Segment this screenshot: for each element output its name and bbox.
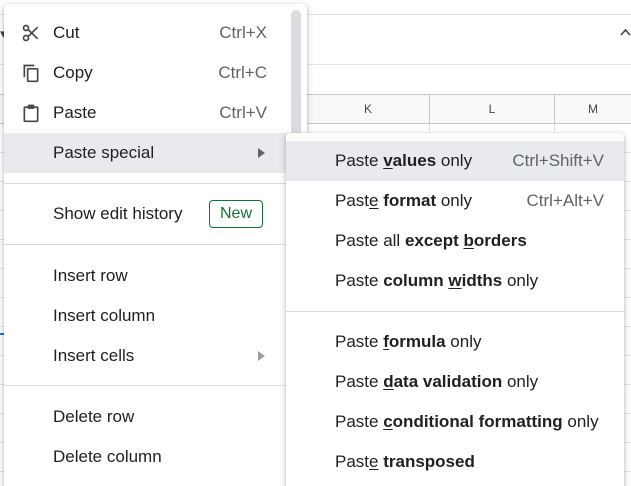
menu-item-shortcut: Ctrl+Alt+V xyxy=(526,191,604,210)
column-header-m[interactable]: M xyxy=(554,95,631,123)
menu-item-label: Insert cells xyxy=(53,346,135,365)
menu-item-paste-formula-only[interactable]: Paste formula only xyxy=(286,322,624,362)
menu-item-label: Paste column widths only xyxy=(335,271,539,290)
menu-item-insert-row[interactable]: Insert row xyxy=(4,256,307,296)
menu-item-paste-values-only[interactable]: Paste values only Ctrl+Shift+V xyxy=(286,141,624,181)
menu-item-delete-column[interactable]: Delete column xyxy=(4,437,307,477)
menu-item-shortcut: Ctrl+Shift+V xyxy=(512,151,604,170)
menu-item-paste-transposed[interactable]: Paste transposed xyxy=(286,442,624,482)
menu-item-label: Insert row xyxy=(53,266,128,285)
menu-item-paste-format-only[interactable]: Paste format only Ctrl+Alt+V xyxy=(286,181,624,221)
scissors-icon xyxy=(22,24,39,42)
menu-divider xyxy=(4,244,307,245)
copy-icon xyxy=(23,64,39,83)
menu-item-label: Delete column xyxy=(53,447,162,466)
menu-item-cut[interactable]: Cut Ctrl+X xyxy=(4,13,307,53)
menu-item-paste-special[interactable]: Paste special xyxy=(4,133,307,173)
menu-item-label: Paste formula only xyxy=(335,332,482,351)
menu-item-shortcut: Ctrl+X xyxy=(219,23,267,42)
menu-divider xyxy=(286,311,624,312)
menu-item-label: Delete row xyxy=(53,407,135,426)
submenu-arrow-icon xyxy=(258,148,265,158)
menu-item-paste-column-widths-only[interactable]: Paste column widths only xyxy=(286,261,624,301)
context-menu: Cut Ctrl+X Copy Ctrl+C Paste Ctrl+V Past… xyxy=(4,4,307,486)
menu-item-shortcut: Ctrl+V xyxy=(219,103,267,122)
menu-item-label: Paste transposed xyxy=(335,452,475,471)
menu-item-label: Paste all except borders xyxy=(335,231,527,250)
collapse-toolbar-icon[interactable] xyxy=(620,27,631,37)
menu-divider xyxy=(4,385,307,386)
paste-special-submenu: Paste values only Ctrl+Shift+V Paste for… xyxy=(286,133,624,486)
menu-item-insert-column[interactable]: Insert column xyxy=(4,296,307,336)
menu-item-label: Paste format only xyxy=(335,191,473,210)
menu-item-label: Copy xyxy=(53,63,93,82)
menu-item-delete-row[interactable]: Delete row xyxy=(4,397,307,437)
menu-item-label: Paste special xyxy=(53,143,155,162)
column-header-l[interactable]: L xyxy=(429,95,554,123)
menu-item-paste-conditional-formatting-only[interactable]: Paste conditional formatting only xyxy=(286,402,624,442)
menu-item-label: Paste xyxy=(53,103,97,122)
spreadsheet-screen: ▾ K L M Cut xyxy=(0,0,631,486)
new-badge: New xyxy=(209,200,264,228)
menu-item-label: Insert column xyxy=(53,306,156,325)
menu-item-copy[interactable]: Copy Ctrl+C xyxy=(4,53,307,93)
menu-item-paste-all-except-borders[interactable]: Paste all except borders xyxy=(286,221,624,261)
menu-item-label: Cut xyxy=(53,23,80,42)
menu-item-shortcut: Ctrl+C xyxy=(218,63,267,82)
menu-item-label: Show edit history xyxy=(53,204,183,223)
menu-item-label: Paste data validation only xyxy=(335,372,539,391)
menu-item-paste-data-validation-only[interactable]: Paste data validation only xyxy=(286,362,624,402)
menu-divider xyxy=(4,183,307,184)
menu-item-insert-cells[interactable]: Insert cells xyxy=(4,336,307,376)
menu-item-label: Paste conditional formatting only xyxy=(335,412,599,431)
menu-item-show-edit-history[interactable]: Show edit history New xyxy=(4,194,307,234)
menu-item-label: Paste values only xyxy=(335,151,473,170)
menu-item-paste[interactable]: Paste Ctrl+V xyxy=(4,93,307,133)
clipboard-icon xyxy=(23,104,39,123)
submenu-arrow-icon xyxy=(258,351,265,361)
column-header-k[interactable]: K xyxy=(306,95,429,123)
